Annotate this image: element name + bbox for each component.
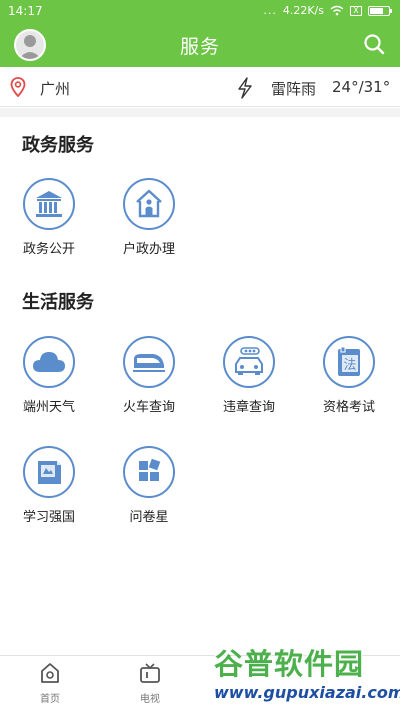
temperature: 24°/31°: [332, 78, 391, 96]
service-tile-train[interactable]: 火车查询: [104, 336, 194, 415]
questionnaire-icon: [123, 446, 175, 498]
service-tile-study[interactable]: 学习强国: [4, 446, 94, 525]
service-label: 户政办理: [122, 242, 175, 257]
service-tile-exam[interactable]: 法 资格考试: [304, 336, 394, 415]
service-label: 端州天气: [22, 400, 75, 415]
service-tile-household[interactable]: 户政办理: [104, 178, 194, 257]
government-building-icon: [23, 178, 75, 230]
top-bar: 14:17 ... 4.22K/s X 服务: [0, 0, 400, 67]
status-time: 14:17: [8, 4, 43, 18]
tv-icon: [140, 663, 160, 683]
service-label: 资格考试: [322, 400, 375, 415]
watermark-url: www.gupuxiazai.com: [214, 683, 400, 702]
service-tile-violation[interactable]: 违章查询: [204, 336, 294, 415]
service-tile-questionnaire[interactable]: 问卷星: [104, 446, 194, 525]
wifi-icon: [330, 5, 344, 16]
study-book-icon: [23, 446, 75, 498]
section-title-gov: 政务服务: [22, 135, 94, 156]
status-dots: ...: [263, 4, 277, 17]
network-speed: 4.22K/s: [282, 4, 324, 17]
service-tile-weather[interactable]: 端州天气: [4, 336, 94, 415]
home-icon: [41, 663, 59, 683]
battery-icon: [368, 5, 392, 16]
weather-condition: 雷阵雨: [271, 80, 317, 98]
search-button[interactable]: [362, 32, 386, 56]
service-label: 违章查询: [222, 400, 275, 415]
svg-text:法: 法: [343, 358, 356, 373]
service-label: 火车查询: [122, 400, 175, 415]
law-book-icon: 法: [323, 336, 375, 388]
service-label: 学习强国: [22, 510, 75, 525]
nav-item-home[interactable]: 首页: [20, 662, 80, 705]
car-icon: [223, 336, 275, 388]
page-title: 服务: [179, 36, 220, 58]
cloud-icon: [23, 336, 75, 388]
nav-label: 首页: [40, 694, 60, 705]
city-selector[interactable]: 广州: [40, 78, 70, 99]
section-title-life: 生活服务: [22, 292, 94, 313]
status-right: ... 4.22K/s X: [263, 4, 392, 17]
thunderstorm-icon: [238, 77, 252, 99]
watermark-title: 谷普软件园: [214, 647, 365, 681]
header: 服务: [0, 22, 400, 67]
status-bar: 14:17 ... 4.22K/s X: [0, 0, 400, 22]
location-pin-icon: [10, 77, 26, 97]
household-registration-icon: [123, 178, 175, 230]
sim-icon: X: [350, 5, 362, 16]
section-divider: [0, 108, 400, 117]
info-bar: 广州 雷阵雨 24°/31°: [0, 67, 400, 107]
service-label: 政务公开: [22, 242, 75, 257]
nav-item-tv[interactable]: 电视: [120, 662, 180, 705]
service-tile-gov-public[interactable]: 政务公开: [4, 178, 94, 257]
search-icon: [364, 34, 385, 55]
train-icon: [123, 336, 175, 388]
nav-label: 电视: [140, 694, 160, 705]
watermark: 谷普软件园 www.gupuxiazai.com: [214, 641, 400, 711]
service-label: 问卷星: [129, 510, 169, 525]
